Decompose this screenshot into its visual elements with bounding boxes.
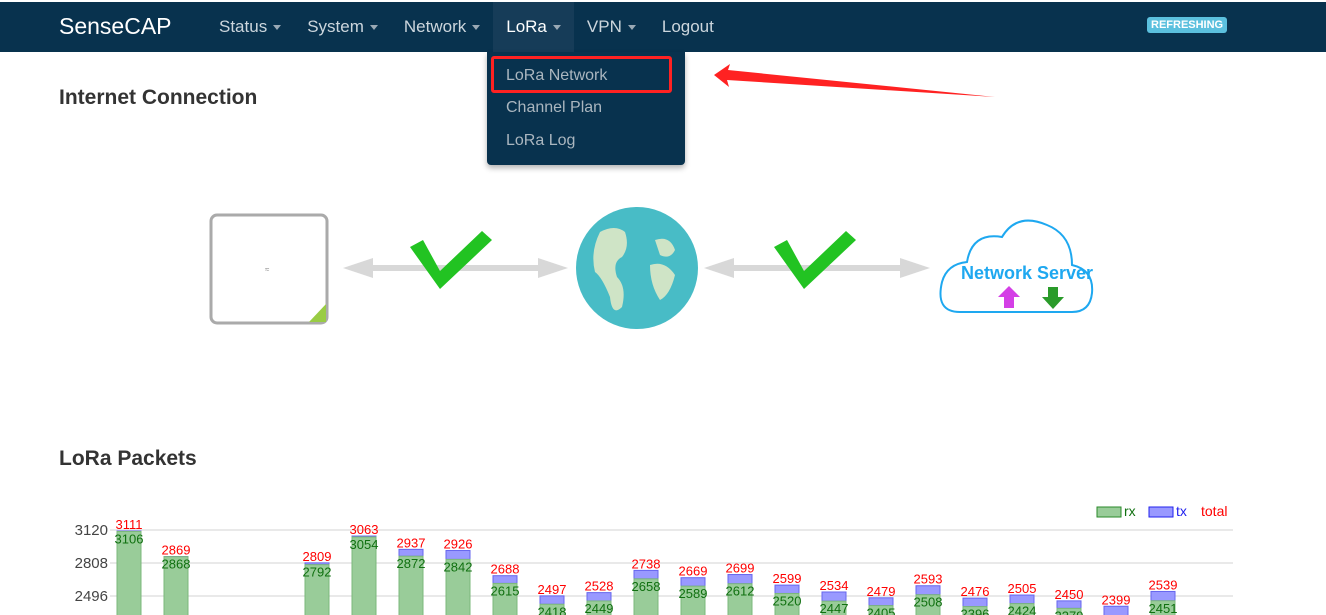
tx-bar xyxy=(680,577,706,587)
tx-bar xyxy=(1056,600,1082,609)
gateway-device-icon: ≈ xyxy=(209,213,329,325)
rx-label: 2612 xyxy=(726,584,755,599)
packets-chart: 2496 2808 3120 31113106 28692868 28092792 3063… xyxy=(75,503,1233,615)
rx-label: 2379 xyxy=(1055,608,1084,615)
total-label: 2534 xyxy=(820,578,849,593)
y-tick-label: 2808 xyxy=(75,555,108,572)
rx-label: 2589 xyxy=(679,586,708,601)
legend-tx: tx xyxy=(1176,503,1187,519)
tx-bar xyxy=(962,597,988,608)
rx-label: 3106 xyxy=(115,531,144,546)
total-label: 2809 xyxy=(303,549,332,564)
rx-label: 2615 xyxy=(491,583,520,598)
tx-bar xyxy=(445,550,471,560)
tx-bar xyxy=(1150,590,1176,602)
annotation-arrow-icon xyxy=(714,64,995,97)
y-tick-label: 2496 xyxy=(75,588,108,605)
total-label: 2599 xyxy=(773,571,802,586)
rx-label: 2418 xyxy=(538,604,567,615)
tx-bar xyxy=(727,574,753,585)
server-label: Network Server xyxy=(961,263,1093,283)
tx-bar xyxy=(539,595,565,605)
tx-bar xyxy=(1009,594,1035,605)
total-label: 2450 xyxy=(1055,587,1084,602)
tx-bar xyxy=(868,597,894,607)
rx-label: 2842 xyxy=(444,559,473,574)
total-label: 2505 xyxy=(1008,581,1037,596)
rx-label: 2451 xyxy=(1149,601,1178,615)
total-label: 2937 xyxy=(397,535,426,550)
rx-label: 2508 xyxy=(914,595,943,610)
rx-label: 2520 xyxy=(773,593,802,608)
total-label: 2497 xyxy=(538,582,567,597)
rx-label: 2868 xyxy=(162,557,191,572)
rx-label: 2424 xyxy=(1008,604,1037,615)
total-label: 2479 xyxy=(867,584,896,599)
total-label: 2669 xyxy=(679,564,708,579)
legend-rx-swatch xyxy=(1096,506,1122,518)
legend-rx: rx xyxy=(1124,503,1136,519)
tx-bar xyxy=(1103,605,1129,615)
y-tick-label: 3120 xyxy=(75,522,108,539)
total-label: 2528 xyxy=(585,579,614,594)
total-label: 2688 xyxy=(491,562,520,577)
total-label: 2738 xyxy=(632,556,661,571)
tx-bar xyxy=(492,575,518,584)
total-label: 2926 xyxy=(444,537,473,552)
rx-label: 2449 xyxy=(585,601,614,615)
rx-label: 2872 xyxy=(397,556,426,571)
tx-bar xyxy=(633,569,659,580)
total-label: 2539 xyxy=(1149,577,1178,592)
globe-icon xyxy=(576,207,698,329)
tx-bar xyxy=(586,592,612,602)
total-label: 3063 xyxy=(350,522,379,537)
legend-total: total xyxy=(1201,503,1227,519)
cloud-icon: Network Server xyxy=(939,219,1094,313)
svg-text:≈: ≈ xyxy=(265,265,270,274)
tx-bar xyxy=(398,548,424,557)
tx-bar xyxy=(821,591,847,602)
total-label: 2593 xyxy=(914,572,943,587)
tx-bar xyxy=(915,585,941,596)
rx-label: 2396 xyxy=(961,607,990,615)
tx-bar xyxy=(774,584,800,594)
total-label: 2476 xyxy=(961,584,990,599)
rx-label: 2658 xyxy=(632,579,661,594)
legend-tx-swatch xyxy=(1148,506,1174,518)
total-label: 2399 xyxy=(1102,592,1131,607)
rx-label: 2405 xyxy=(867,606,896,615)
total-label: 2699 xyxy=(726,561,755,576)
total-label: 2869 xyxy=(162,543,191,558)
rx-label: 2792 xyxy=(303,565,332,580)
rx-label: 2447 xyxy=(820,601,849,615)
total-label: 3111 xyxy=(116,517,143,532)
rx-label: 3054 xyxy=(350,537,379,552)
